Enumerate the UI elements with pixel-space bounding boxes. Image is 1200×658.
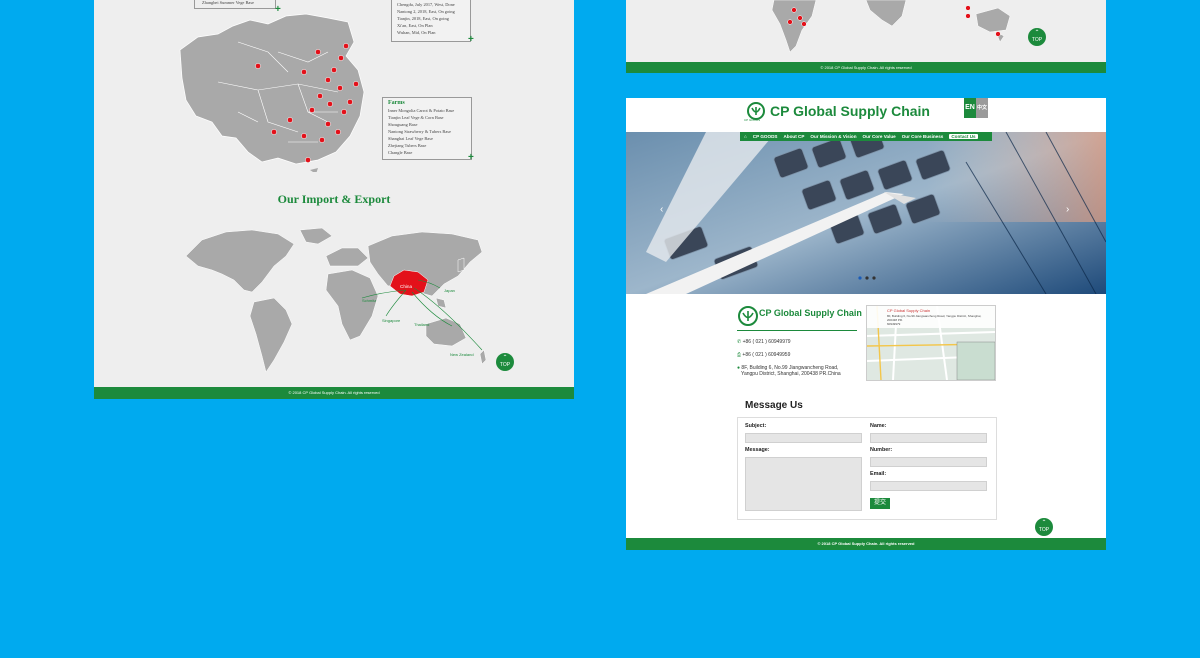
chevron-up-icon: ⌃ (1041, 520, 1047, 526)
site-brand[interactable]: CP Global Supply Chain (770, 103, 930, 119)
banner-next-arrow-icon[interactable]: › (1066, 204, 1069, 215)
world-map-fragment (771, 0, 1011, 53)
cities-line: Wuhan, Mid, On Plan (397, 30, 436, 35)
location-map[interactable]: CP Global Supply Chain 8F, Building 6, N… (866, 305, 996, 381)
map-label-china: China (400, 284, 412, 289)
phone-row: ✆ +86 ( 021 ) 60949979 (737, 339, 791, 345)
fax-number: +86 ( 021 ) 60949959 (742, 352, 791, 358)
number-input[interactable] (870, 457, 987, 467)
cities-box: Chengdu, July 2017, West, Done Nantong 2… (391, 0, 471, 42)
plus-icon[interactable]: + (468, 153, 474, 163)
top-label: TOP (1031, 37, 1043, 43)
nav-contact[interactable]: Contact Us (949, 134, 978, 139)
left-page-screenshot: Zhangbei Summer Vege Base + Chengdu, Jul… (94, 0, 574, 399)
footer: © 2018 CP Global Supply Chain. All right… (626, 62, 1106, 73)
map-title: CP Global Supply Chain (887, 308, 931, 313)
back-to-top-button[interactable]: ⌃ TOP (1035, 518, 1053, 536)
hero-banner: ‹ › (626, 132, 1106, 294)
email-input[interactable] (870, 481, 987, 491)
chevron-up-icon: ⌃ (502, 355, 508, 361)
name-label: Name: (870, 423, 887, 429)
fax-row: ⎙ +86 ( 021 ) 60949959 (737, 352, 790, 358)
nav-core-business[interactable]: Our Core Business (902, 134, 944, 139)
name-input[interactable] (870, 433, 987, 443)
right-page-screenshot: CP GOODS CP Global Supply Chain EN 中文 ‹ … (626, 98, 1106, 550)
farm-line: Shouguang Base (388, 122, 418, 127)
home-icon[interactable]: ⌂ (744, 134, 747, 139)
map-label-thailand: Thailand (414, 322, 429, 327)
farm-line: Tianjin Leaf Vege & Corn Base (388, 115, 444, 120)
address-row: ● 8F, Building 6, No.99 Jiangwancheng Ro… (737, 365, 841, 377)
message-title: Message Us (745, 400, 803, 411)
farm-line: Nantong Strawberry & Tubers Base (388, 129, 451, 134)
site-header: CP GOODS CP Global Supply Chain EN 中文 (626, 98, 1106, 132)
map-phone: 60949979 (887, 322, 901, 326)
main-nav: ⌂ CP GOODS About CP Our Mission & Vision… (740, 132, 992, 141)
nav-about[interactable]: About CP (783, 134, 804, 139)
lang-en-button[interactable]: EN (964, 98, 976, 118)
phone-number: +86 ( 021 ) 60949979 (742, 339, 791, 345)
message-label: Message: (745, 447, 770, 453)
nav-cp-goods[interactable]: CP GOODS (753, 134, 778, 139)
plus-icon[interactable]: + (468, 35, 474, 45)
subject-input[interactable] (745, 433, 862, 443)
contact-divider (737, 330, 857, 331)
section-title: Our Import & Export (277, 192, 391, 206)
world-map: Schmitz Singapore Japan New Zealand Thai… (185, 227, 487, 373)
footer: © 2018 CP Global Supply Chain. All right… (94, 387, 574, 399)
map-address: 8F, Building 6, No.99 Jiangwancheng Road… (887, 314, 982, 322)
nav-core-value[interactable]: Our Core Value (863, 134, 896, 139)
cities-line: Nantong 2, 2018, East, On going (397, 9, 455, 14)
footer: © 2018 CP Global Supply Chain. All right… (626, 538, 1106, 550)
farm-line: Shanghai Leaf Vege Base (388, 136, 433, 141)
back-to-top-button[interactable]: ⌃ TOP (1028, 28, 1046, 46)
map-label-japan: Japan (444, 288, 455, 293)
top-label: TOP (1038, 527, 1050, 533)
farm-line: Inner Mongolia Carrot & Potato Base (388, 108, 455, 113)
top-left-box-edge (194, 0, 276, 9)
contact-brand: CP Global Supply Chain (759, 308, 862, 318)
farms-box: Farms Inner Mongolia Carrot & Potato Bas… (382, 97, 472, 160)
phone-icon: ✆ (737, 339, 742, 345)
logo-small-text: CP GOODS (744, 118, 761, 122)
message-textarea[interactable] (745, 457, 862, 511)
back-to-top-button[interactable]: ⌃ TOP (496, 353, 514, 371)
farm-line: Changle Base (388, 150, 413, 155)
china-map (179, 13, 365, 172)
address-line-2: Yangpu District, Shanghai, 200438 PR.Chi… (741, 371, 841, 377)
cities-line: Tianjin, 2018, East, On going (397, 16, 449, 21)
chevron-up-icon: ⌃ (1034, 30, 1040, 36)
cities-line: Xi'an, East, On Plan (397, 23, 433, 28)
farms-title: Farms (388, 100, 405, 106)
map-label-singapore: Singapore (382, 318, 401, 323)
nav-mission[interactable]: Our Mission & Vision (810, 134, 856, 139)
fax-icon: ⎙ (737, 352, 742, 358)
farm-line: Zhejiang Tubers Base (388, 143, 427, 148)
lang-cn-button[interactable]: 中文 (976, 98, 988, 118)
contact-logo-icon (738, 306, 758, 326)
number-label: Number: (870, 447, 893, 453)
right-top-screenshot: ⌃ TOP © 2018 CP Global Supply Chain. All… (626, 0, 1106, 73)
banner-prev-arrow-icon[interactable]: ‹ (660, 204, 663, 215)
map-label-new-zealand: New Zealand (450, 352, 474, 357)
cities-line: Chengdu, July 2017, West, Done (397, 2, 455, 7)
email-label: Email: (870, 471, 887, 477)
submit-button[interactable]: 提交 (870, 498, 890, 509)
subject-label: Subject: (745, 423, 767, 429)
top-label: TOP (499, 362, 511, 368)
map-label-west: Schmitz (362, 298, 376, 303)
message-form: Subject: Message: Name: Number: Email: 提… (737, 417, 997, 520)
